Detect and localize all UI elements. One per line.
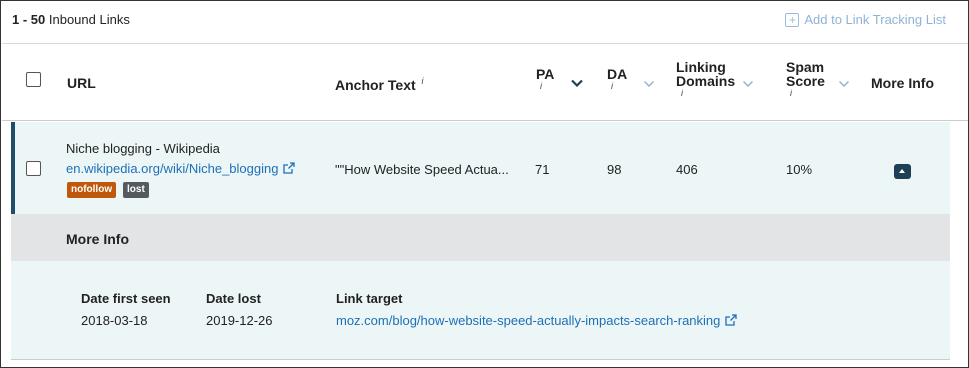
sort-chevron-icon[interactable] xyxy=(643,80,655,88)
select-all-checkbox[interactable] xyxy=(26,72,41,87)
spam-score-label-line2: Score xyxy=(786,73,825,89)
column-header-more-info: More Info xyxy=(871,75,934,91)
column-header-pa[interactable]: PA xyxy=(536,67,554,81)
external-link-icon[interactable] xyxy=(283,162,296,174)
table-header: URL Anchor Text i PA i DA i Linking Doma… xyxy=(2,45,968,121)
sort-chevron-icon[interactable] xyxy=(742,80,754,88)
external-link-icon[interactable] xyxy=(725,314,738,326)
linking-domains-label-line1: Linking xyxy=(676,59,726,75)
column-header-anchor-text[interactable]: Anchor Text i xyxy=(335,76,424,94)
more-info-section-header: More Info xyxy=(11,214,950,261)
results-toolbar: 1 - 50 Inbound Links + Add to Link Track… xyxy=(2,2,968,44)
date-lost-value: 2019-12-26 xyxy=(206,313,273,328)
sort-chevron-icon[interactable] xyxy=(838,80,850,88)
results-count: 1 - 50 Inbound Links xyxy=(12,12,130,27)
linking-domains-label-line2: Domains xyxy=(676,73,736,89)
link-target-link[interactable]: moz.com/blog/how-website-speed-actually-… xyxy=(336,313,720,328)
pa-value: 71 xyxy=(535,162,550,177)
anchor-text-label: Anchor Text xyxy=(335,77,416,93)
row-checkbox[interactable] xyxy=(26,161,41,176)
linking-domains-info-icon[interactable]: i xyxy=(681,88,683,98)
anchor-text-value: ""How Website Speed Actua... xyxy=(335,162,509,177)
date-lost-label: Date lost xyxy=(206,291,261,306)
spam-score-label-line1: Spam xyxy=(786,59,825,75)
column-header-da[interactable]: DA xyxy=(607,67,627,81)
inbound-links-panel: 1 - 50 Inbound Links + Add to Link Track… xyxy=(0,0,969,368)
page-title: Niche blogging - Wikipedia xyxy=(66,141,220,156)
more-info-details: Date first seen 2018-03-18 Date lost 201… xyxy=(11,261,950,360)
plus-icon: + xyxy=(785,12,800,27)
add-to-link-tracking-button[interactable]: + Add to Link Tracking List xyxy=(785,12,946,27)
results-title: Inbound Links xyxy=(48,12,130,27)
linking-domains-value: 406 xyxy=(676,162,698,177)
pa-info-icon[interactable]: i xyxy=(540,81,542,91)
source-url[interactable]: en.wikipedia.org/wiki/Niche_blogging xyxy=(66,161,296,176)
column-header-url[interactable]: URL xyxy=(67,76,96,90)
spam-score-value: 10% xyxy=(786,162,813,177)
more-info-title: More Info xyxy=(66,231,129,247)
sort-desc-active-icon[interactable] xyxy=(571,79,583,87)
column-header-linking-domains[interactable]: Linking Domains xyxy=(676,60,735,88)
date-first-seen-label: Date first seen xyxy=(81,291,171,306)
link-target[interactable]: moz.com/blog/how-website-speed-actually-… xyxy=(336,313,738,328)
anchor-text-info-icon[interactable]: i xyxy=(422,76,424,86)
source-url-link[interactable]: en.wikipedia.org/wiki/Niche_blogging xyxy=(66,161,278,176)
results-range: 1 - 50 xyxy=(12,12,46,27)
da-info-icon[interactable]: i xyxy=(611,81,613,91)
link-target-label: Link target xyxy=(336,291,403,306)
spam-score-info-icon[interactable]: i xyxy=(790,88,792,98)
lost-badge: lost xyxy=(123,182,149,198)
nofollow-badge: nofollow xyxy=(67,182,117,198)
collapse-more-info-button[interactable] xyxy=(894,164,911,179)
da-value: 98 xyxy=(607,162,622,177)
column-header-spam-score[interactable]: Spam Score xyxy=(786,60,825,88)
date-first-seen-value: 2018-03-18 xyxy=(81,313,148,328)
add-to-link-tracking-label: Add to Link Tracking List xyxy=(804,12,946,27)
